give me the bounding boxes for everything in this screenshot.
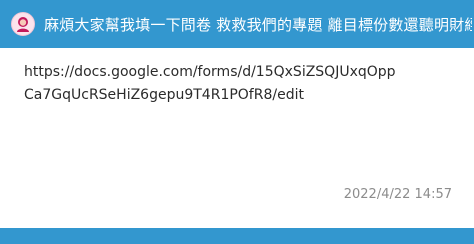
post-card: 麻煩大家幫我填一下問卷 救救我們的專題 離目標份數還聽明財經科大 https:/… <box>0 0 474 244</box>
footer-bar <box>0 228 474 244</box>
post-link-line-2[interactable]: Ca7GqUcRSeHiZ6gepu9T4R1POfR8/edit <box>24 84 450 107</box>
post-link-line-1[interactable]: https://docs.google.com/forms/d/15QxSiZS… <box>24 61 450 84</box>
female-avatar-icon <box>17 17 29 32</box>
post-content: https://docs.google.com/forms/d/15QxSiZS… <box>24 61 450 107</box>
post-title[interactable]: 麻煩大家幫我填一下問卷 救救我們的專題 離目標份數還聽明財經科大 <box>44 14 472 35</box>
post-timestamp: 2022/4/22 14:57 <box>343 187 452 202</box>
post-header: 麻煩大家幫我填一下問卷 救救我們的專題 離目標份數還聽明財經科大 <box>0 0 474 48</box>
avatar[interactable] <box>11 12 35 36</box>
